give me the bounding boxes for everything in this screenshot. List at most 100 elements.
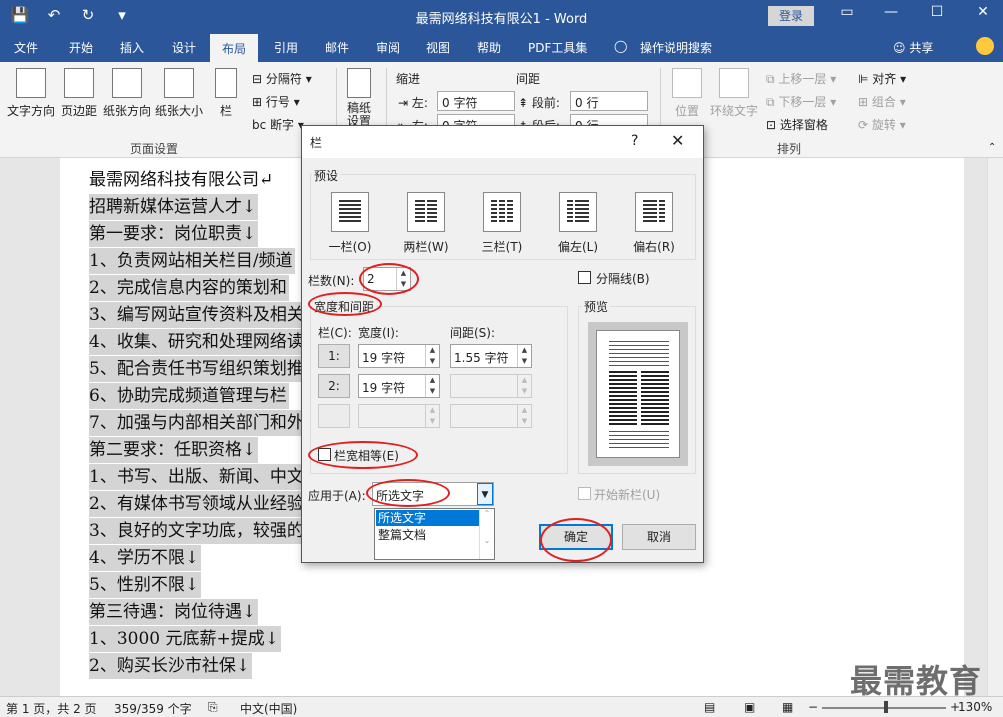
share-button[interactable]: ☺ 共享 xyxy=(893,39,933,56)
tab-home[interactable]: 开始 xyxy=(69,39,93,56)
text-direction-button[interactable]: 文字方向 xyxy=(6,68,56,119)
columns-label: 栏 xyxy=(219,104,232,118)
page-count[interactable]: 第 1 页，共 2 页 xyxy=(6,700,97,717)
preset-right[interactable]: 偏右(R) xyxy=(624,192,684,255)
dropdown-scrollbar[interactable]: ⌃ ⌄ xyxy=(479,509,494,559)
group-button[interactable]: ⊞ 组合 ▾ xyxy=(858,93,906,110)
spacing-before-input[interactable]: 0 行 xyxy=(570,91,648,111)
tab-pdf-tools[interactable]: PDF工具集 xyxy=(528,39,587,56)
read-mode-icon[interactable]: ▤ xyxy=(704,700,715,714)
arrange-group-label: 排列 xyxy=(777,142,802,156)
tell-me-search[interactable]: 操作说明搜索 xyxy=(640,39,712,56)
size-label: 纸张大小 xyxy=(154,104,203,118)
position-icon xyxy=(672,68,702,98)
help-icon[interactable]: ? xyxy=(631,133,638,149)
selection-pane-button[interactable]: ⊡ 选择窗格 xyxy=(766,116,828,133)
annotation-oval xyxy=(540,518,612,562)
hyphenation-button[interactable]: bc 断字 ▾ xyxy=(252,116,304,133)
num-columns-label: 栏数(N): xyxy=(308,274,355,288)
start-new-column-checkbox xyxy=(578,487,591,500)
tab-references[interactable]: 引用 xyxy=(274,39,298,56)
doc-line: 最需网络科技有限公司↵ xyxy=(89,170,274,190)
tab-view[interactable]: 视图 xyxy=(426,39,450,56)
feedback-smiley-icon[interactable] xyxy=(976,37,994,55)
login-button[interactable]: 登录 xyxy=(768,6,814,26)
tab-file[interactable]: 文件 xyxy=(14,39,38,56)
preview-page xyxy=(596,330,680,458)
proofing-icon[interactable]: ⎘ xyxy=(208,700,218,715)
apply-to-dropdown-list: 所选文字 整篇文档 ⌃ ⌄ xyxy=(374,508,495,560)
column-2-width-spinner[interactable]: ▲ ▼ xyxy=(425,375,439,397)
annotation-oval xyxy=(366,479,450,507)
three-columns-icon xyxy=(483,192,521,232)
apply-to-option-whole-document[interactable]: 整篇文档 xyxy=(376,527,479,543)
columns-button[interactable]: 栏 xyxy=(212,68,240,119)
doc-line: 第二要求：任职资格↓ xyxy=(89,437,259,463)
doc-line: 1、3000 元底薪+提成↓ xyxy=(89,626,281,652)
margins-button[interactable]: 页边距 xyxy=(58,68,100,119)
spacing-label: 间距 xyxy=(516,72,541,86)
preset-left[interactable]: 偏左(L) xyxy=(548,192,608,255)
send-backward-button[interactable]: ⧉ 下移一层 ▾ xyxy=(766,93,836,110)
line-between-label: 分隔线(B) xyxy=(596,272,650,286)
doc-line: 第三待遇：岗位待遇↓ xyxy=(89,599,259,625)
column-2-width-input[interactable]: 19 字符 ▲ ▼ xyxy=(358,374,440,398)
draft-settings-button[interactable]: 稿纸 设置 xyxy=(342,68,376,128)
doc-line: 3、编写网站宣传资料及相关 xyxy=(89,302,306,328)
close-icon[interactable]: ✕ xyxy=(671,131,684,150)
line-numbers-button[interactable]: ⊞ 行号 ▾ xyxy=(252,93,300,110)
breaks-label: 分隔符 xyxy=(265,72,302,86)
orientation-button[interactable]: 纸张方向 xyxy=(102,68,152,119)
indent-left-input[interactable]: 0 字符 xyxy=(437,91,515,111)
doc-line: 1、书写、出版、新闻、中文 xyxy=(89,464,306,490)
position-label: 位置 xyxy=(674,104,699,118)
column-2-button[interactable]: 2: xyxy=(318,374,350,398)
tab-layout[interactable]: 布局 xyxy=(210,34,259,62)
zoom-level[interactable]: 130% xyxy=(958,700,992,714)
column-1-button[interactable]: 1: xyxy=(318,344,350,368)
doc-line: 5、配合责任书写组织策划推 xyxy=(89,356,306,382)
tab-mailings[interactable]: 邮件 xyxy=(325,39,349,56)
zoom-out-button[interactable]: − xyxy=(808,700,818,714)
bring-forward-button[interactable]: ⧉ 上移一层 ▾ xyxy=(766,70,836,87)
annotation-oval xyxy=(308,292,382,316)
doc-line: 3、良好的文字功底，较强的 xyxy=(89,518,306,544)
tab-design[interactable]: 设计 xyxy=(172,39,196,56)
maximize-icon[interactable]: ☐ xyxy=(922,4,952,20)
align-button[interactable]: ⊫ 对齐 ▾ xyxy=(858,70,906,87)
tab-help[interactable]: 帮助 xyxy=(477,39,501,56)
vertical-scrollbar[interactable] xyxy=(987,158,1003,696)
chevron-down-icon[interactable]: ▼ xyxy=(477,483,493,505)
apply-to-option-selected-text[interactable]: 所选文字 xyxy=(376,510,479,526)
rotate-button[interactable]: ⟳ 旋转 ▾ xyxy=(858,116,906,133)
ribbon-display-icon[interactable]: ▭ xyxy=(832,4,862,20)
collapse-ribbon-icon[interactable]: ⌃ xyxy=(988,142,996,153)
zoom-slider-thumb[interactable] xyxy=(884,701,888,713)
lightbulb-icon: ◯ xyxy=(614,39,628,53)
preset-two[interactable]: 两栏(W) xyxy=(396,192,456,255)
word-count[interactable]: 359/359 个字 xyxy=(114,700,192,717)
web-layout-icon[interactable]: ▦ xyxy=(782,700,793,714)
tab-review[interactable]: 审阅 xyxy=(376,39,400,56)
doc-line: 4、学历不限↓ xyxy=(89,545,202,571)
line-between-checkbox[interactable] xyxy=(578,271,591,284)
cancel-button[interactable]: 取消 xyxy=(622,524,696,550)
size-button[interactable]: 纸张大小 xyxy=(154,68,204,119)
paper-size-icon xyxy=(164,68,194,98)
minimize-icon[interactable]: — xyxy=(876,4,906,20)
column-1-width-spinner[interactable]: ▲ ▼ xyxy=(425,345,439,367)
tab-insert[interactable]: 插入 xyxy=(120,39,144,56)
print-layout-icon[interactable]: ▣ xyxy=(744,700,755,714)
column-1-spacing-spinner[interactable]: ▲ ▼ xyxy=(517,345,531,367)
text-direction-label: 文字方向 xyxy=(6,104,55,118)
column-1-width-input[interactable]: 19 字符 ▲ ▼ xyxy=(358,344,440,368)
wrap-text-button[interactable]: 环绕文字 xyxy=(708,68,760,119)
column-1-spacing-input[interactable]: 1.55 字符 ▲ ▼ xyxy=(450,344,532,368)
preset-one[interactable]: 一栏(O) xyxy=(320,192,380,255)
preset-three[interactable]: 三栏(T) xyxy=(472,192,532,255)
breaks-button[interactable]: ⊟ 分隔符 ▾ xyxy=(252,70,312,87)
position-button[interactable]: 位置 xyxy=(670,68,704,119)
close-window-icon[interactable]: ✕ xyxy=(968,4,998,20)
doc-line: 2、完成信息内容的策划和 xyxy=(89,275,289,301)
language-indicator[interactable]: 中文(中国) xyxy=(240,700,297,717)
